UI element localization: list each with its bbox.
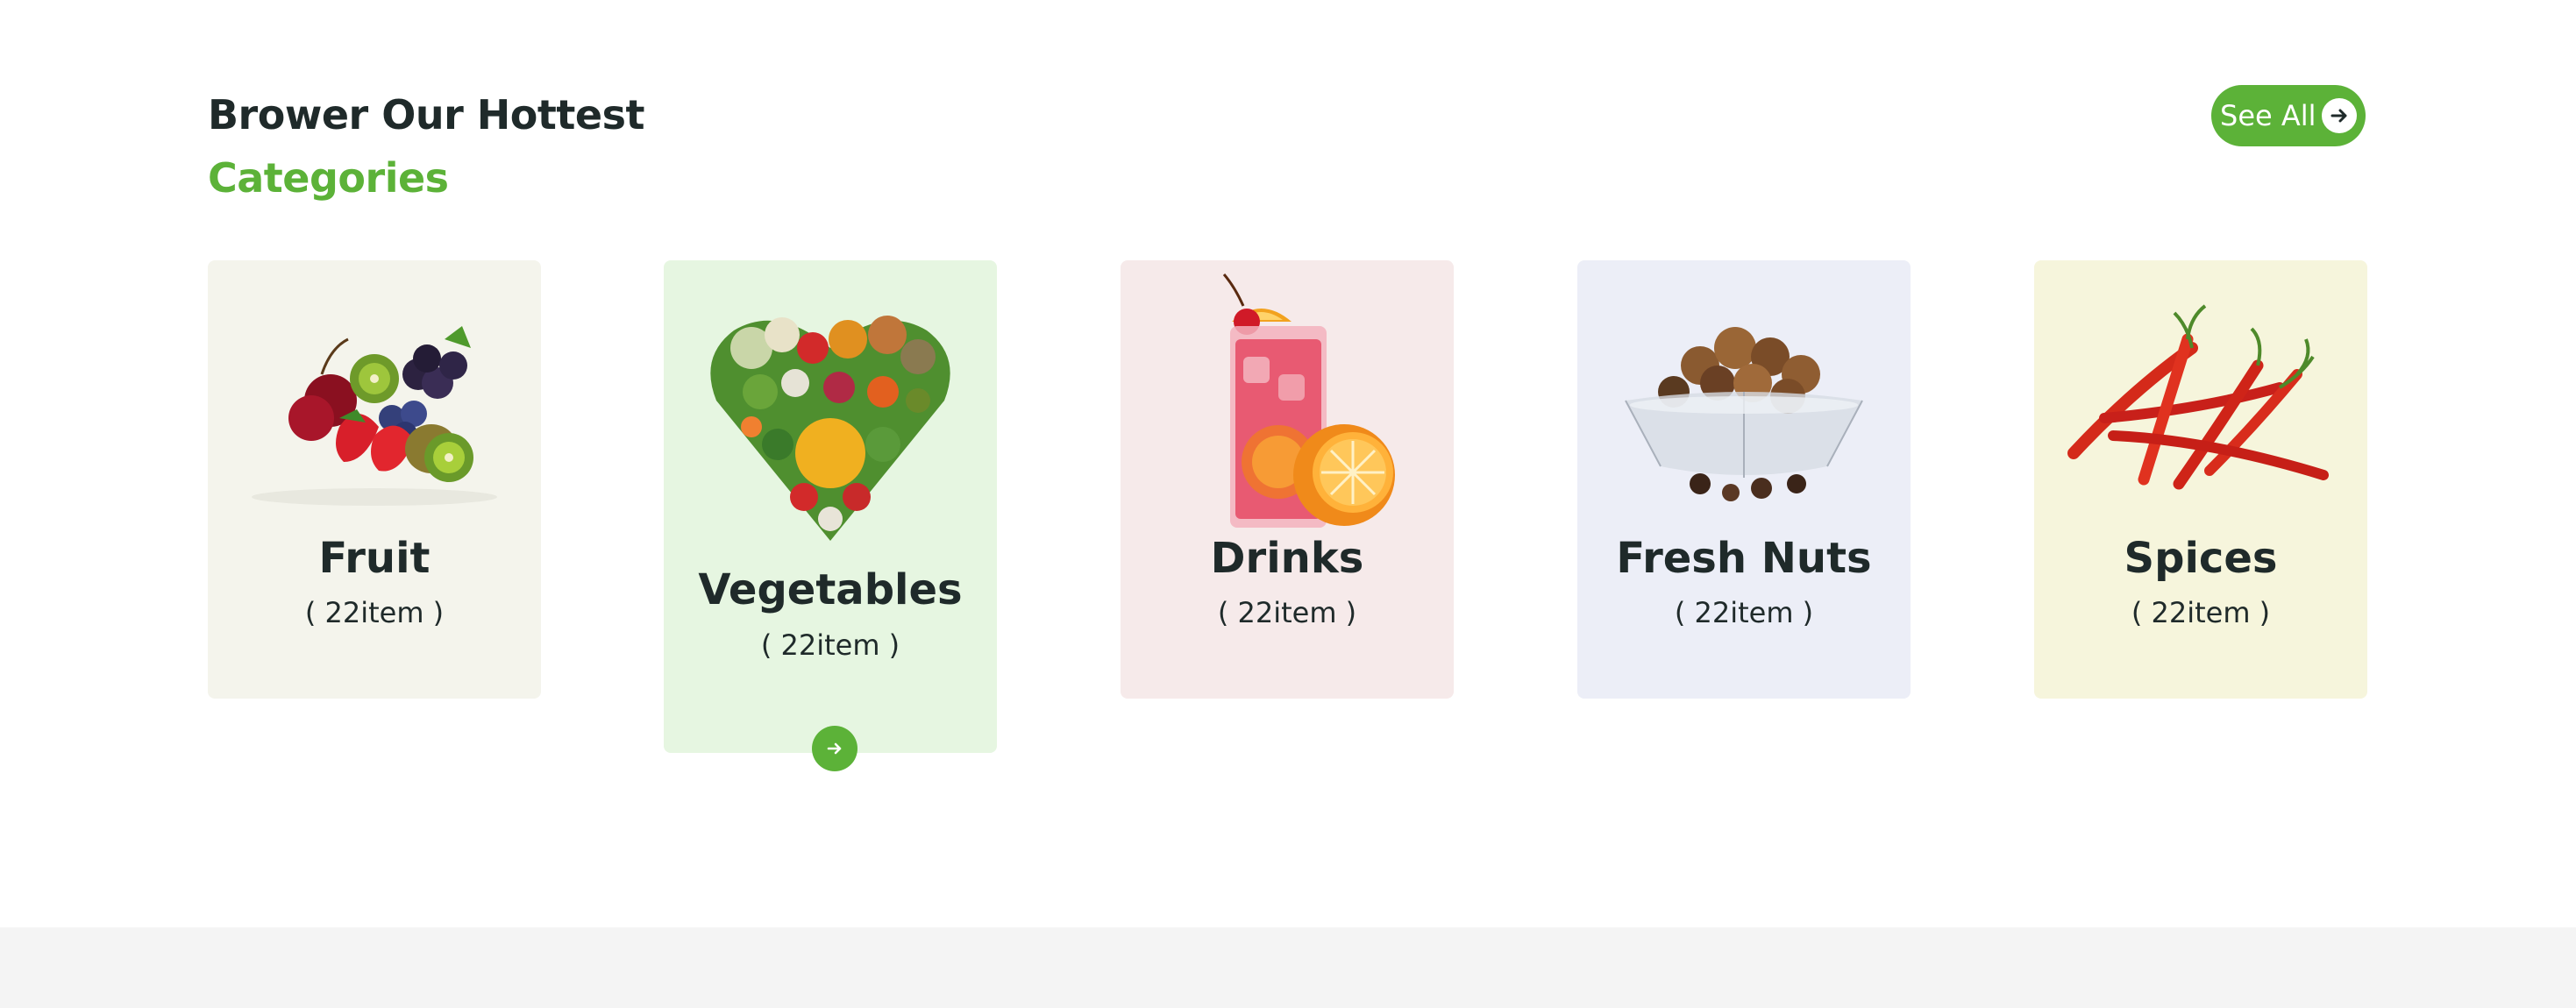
vegetables-icon [664, 287, 997, 550]
category-name: Fresh Nuts [1616, 534, 1872, 583]
category-count: ( 22item ) [1217, 596, 1357, 629]
category-card-spices[interactable]: Spices ( 22item ) [2034, 260, 2367, 699]
drink-icon [1121, 269, 1454, 532]
arrow-right-icon[interactable] [812, 726, 857, 771]
arrow-right-icon [2322, 98, 2357, 133]
category-name: Fruit [318, 534, 431, 583]
category-name: Drinks [1210, 534, 1364, 583]
see-all-button[interactable]: See All [2211, 85, 2366, 146]
fruit-icon [208, 287, 541, 550]
section-title: Brower Our Hottest [208, 91, 644, 138]
category-count: ( 22item ) [304, 596, 445, 629]
chili-icon [2034, 287, 2367, 550]
footer-band [0, 927, 2576, 1008]
category-name: Spices [2124, 534, 2278, 583]
category-name: Vegetables [698, 565, 963, 614]
category-card-fresh-nuts[interactable]: Fresh Nuts ( 22item ) [1577, 260, 1911, 699]
category-count: ( 22item ) [2131, 596, 2271, 629]
section-title-highlight: Categories [208, 154, 449, 202]
category-card-vegetables[interactable]: Vegetables ( 22item ) [664, 260, 997, 771]
category-count: ( 22item ) [760, 628, 900, 662]
category-card-fruit[interactable]: Fruit ( 22item ) [208, 260, 541, 699]
category-card-drinks[interactable]: Drinks ( 22item ) [1121, 260, 1454, 699]
category-count: ( 22item ) [1674, 596, 1814, 629]
nuts-icon [1577, 287, 1911, 550]
see-all-label: See All [2220, 99, 2316, 132]
